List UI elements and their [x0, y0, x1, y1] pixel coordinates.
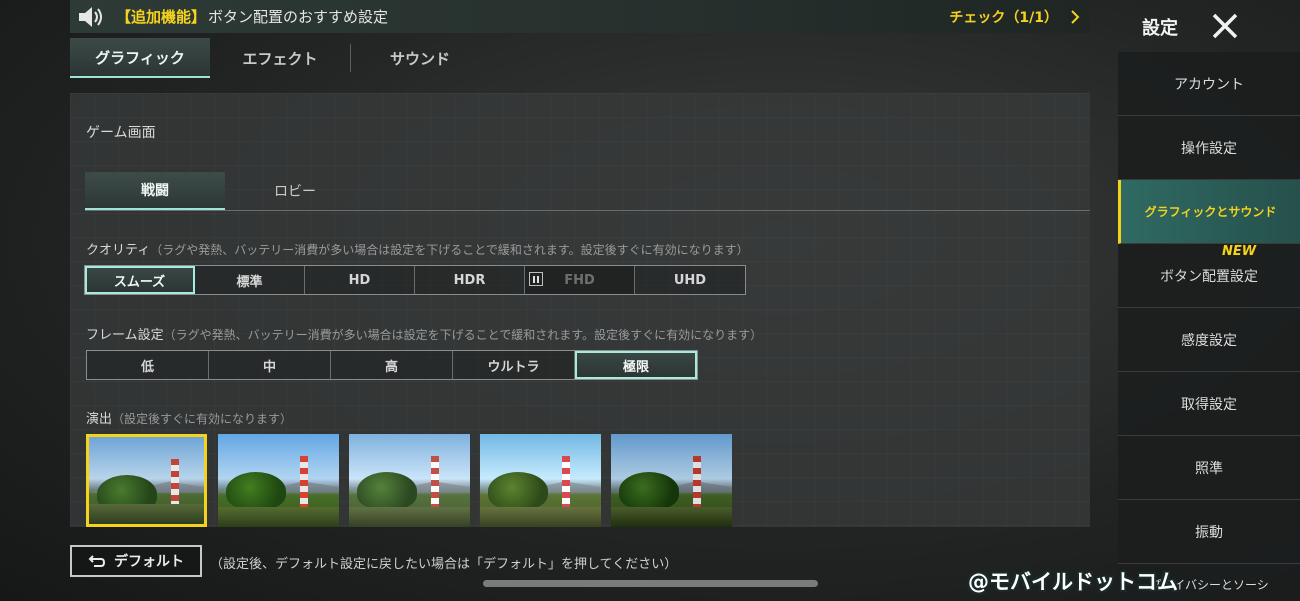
frame-selector: 低 中 高 ウルトラ 極限: [86, 350, 698, 380]
subtab-battle[interactable]: 戦闘: [85, 172, 225, 210]
new-badge: NEW: [1222, 244, 1257, 259]
close-button[interactable]: [1207, 8, 1243, 44]
chevron-right-icon: [1071, 9, 1080, 24]
tab-graphics[interactable]: グラフィック: [70, 38, 210, 78]
sidebar-item-button-layout[interactable]: ボタン配置設定: [1118, 244, 1300, 308]
frame-option-medium[interactable]: 中: [209, 351, 331, 379]
frame-option-extreme[interactable]: 極限: [575, 351, 697, 379]
undo-icon: [88, 555, 106, 567]
quality-hint: （ラグや発熱、バッテリー消費が多い場合は設定を下げることで緩和されます。設定後す…: [150, 243, 749, 257]
style-label: 演出: [86, 412, 113, 427]
banner-check-label: チェック（1/1）: [949, 9, 1058, 26]
style-thumbnail-1[interactable]: [86, 434, 207, 527]
sidebar-item-vibration[interactable]: 振動: [1118, 500, 1300, 564]
subtab-underline: [85, 210, 1090, 211]
settings-title: 設定: [1142, 18, 1178, 39]
quality-option-smooth[interactable]: スムーズ: [85, 266, 195, 294]
sidebar-item-sensitivity[interactable]: 感度設定: [1118, 308, 1300, 372]
frame-label: フレーム設定: [86, 328, 164, 343]
quality-option-fhd[interactable]: FHD: [525, 266, 635, 294]
style-thumbnail-3[interactable]: [349, 434, 470, 527]
sidebar-item-aim[interactable]: 照準: [1118, 436, 1300, 500]
sidebar-item-pickup[interactable]: 取得設定: [1118, 372, 1300, 436]
quality-label: クオリティ: [86, 243, 151, 258]
quality-option-fhd-label: FHD: [564, 272, 595, 288]
sidebar-item-controls[interactable]: 操作設定: [1118, 116, 1300, 180]
pause-icon: [529, 272, 543, 286]
frame-option-high[interactable]: 高: [331, 351, 453, 379]
subtab-lobby[interactable]: ロビー: [225, 172, 365, 210]
default-button-label: デフォルト: [114, 554, 184, 570]
quality-selector: スムーズ 標準 HD HDR FHD UHD: [84, 265, 746, 295]
sidebar-item-account[interactable]: アカウント: [1118, 52, 1300, 116]
watermark: @モバイルドットコム: [968, 570, 1178, 594]
default-button[interactable]: デフォルト: [70, 545, 202, 577]
frame-hint: （ラグや発熱、バッテリー消費が多い場合は設定を下げることで緩和されます。設定後す…: [163, 328, 763, 342]
style-thumbnail-5[interactable]: [611, 434, 732, 527]
style-hint: （設定後すぐに有効になります）: [112, 412, 293, 426]
quality-option-hd[interactable]: HD: [305, 266, 415, 294]
quality-option-hdr[interactable]: HDR: [415, 266, 525, 294]
style-thumbnail-4[interactable]: [480, 434, 601, 527]
quality-option-standard[interactable]: 標準: [195, 266, 305, 294]
horizontal-scrollbar[interactable]: [483, 580, 818, 587]
banner-message: ボタン配置のおすすめ設定: [208, 8, 389, 26]
frame-option-low[interactable]: 低: [87, 351, 209, 379]
banner-tag: 【追加機能】: [116, 8, 207, 26]
tab-sound[interactable]: サウンド: [350, 38, 490, 78]
style-thumbnail-2[interactable]: [218, 434, 339, 527]
style-heading: 演出（設定後すぐに有効になります）: [86, 408, 292, 427]
quality-heading: クオリティ（ラグや発熱、バッテリー消費が多い場合は設定を下げることで緩和されます…: [86, 239, 749, 258]
speaker-icon: [70, 6, 110, 28]
section-title: ゲーム画面: [86, 125, 156, 141]
frame-option-ultra[interactable]: ウルトラ: [453, 351, 575, 379]
default-note: （設定後、デフォルト設定に戻したい場合は「デフォルト」を押してください）: [210, 557, 678, 572]
feature-banner[interactable]: 【追加機能】 ボタン配置のおすすめ設定 チェック（1/1）: [70, 0, 1090, 33]
close-icon: [1212, 13, 1238, 39]
tab-effect[interactable]: エフェクト: [210, 38, 350, 78]
sidebar-item-graphics-sound[interactable]: グラフィックとサウンド: [1118, 180, 1300, 244]
quality-option-uhd[interactable]: UHD: [635, 266, 745, 294]
frame-heading: フレーム設定（ラグや発熱、バッテリー消費が多い場合は設定を下げることで緩和されま…: [86, 324, 762, 343]
banner-check-link[interactable]: チェック（1/1）: [949, 7, 1090, 27]
